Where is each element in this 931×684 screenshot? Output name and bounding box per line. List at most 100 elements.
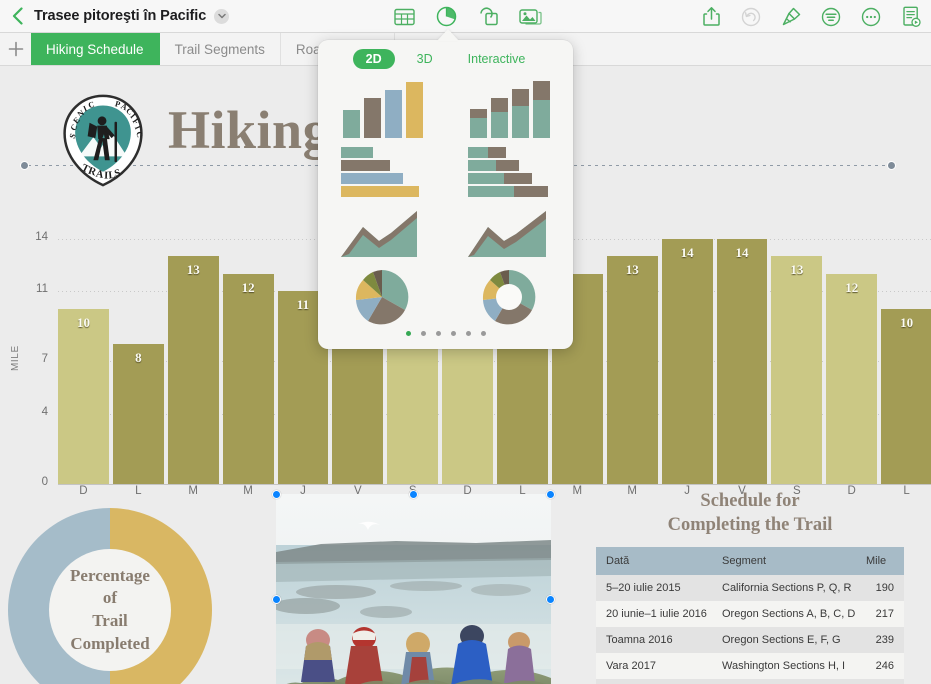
page-dot[interactable] [435,331,441,336]
insert-chart-button[interactable] [434,5,458,29]
hikers-coastline-photo[interactable] [276,494,551,684]
pie-chart-thumb[interactable] [352,269,412,330]
page-dot[interactable] [465,331,471,336]
undo-button[interactable] [739,5,763,29]
resize-handle-middle-right[interactable] [546,595,555,604]
y-tick-label: 7 [41,353,48,366]
document-title[interactable]: Trasee pitoreşti în Pacific [34,8,206,24]
bar-chart-icon [340,146,419,197]
share-icon [702,7,720,26]
add-sheet-button[interactable] [0,33,31,65]
tab-trail-segments[interactable]: Trail Segments [160,33,281,65]
table-body: 5–20 iulie 2015 California Sections P, Q,… [596,575,904,684]
insert-table-button[interactable] [392,5,416,29]
bar-rect [661,238,713,484]
hikers-watching-coastline-image [276,494,551,684]
page-title[interactable]: Hiking [168,99,330,161]
table-row[interactable]: 20 iunie–1 iulie 2016 Oregon Sections A, … [596,601,904,628]
table-row[interactable]: Vara 2017 Washington Sections H, I 246 [596,653,904,680]
page-dot[interactable] [420,331,426,336]
trail-completion-donut-chart[interactable]: Percentage of Trail Completed [0,494,226,684]
selection-handle-right[interactable] [887,161,896,170]
bar-value-label: 10 [76,314,90,330]
document-play-button[interactable] [899,5,923,29]
donut-center-label: Percentage of Trail Completed [0,494,226,684]
chart-bar[interactable]: 14 [661,221,713,484]
resize-handle-top-left[interactable] [272,490,281,499]
resize-handle-middle-left[interactable] [272,595,281,604]
chart-bar[interactable]: 14 [716,221,768,484]
resize-handle-top-center[interactable] [409,490,418,499]
schedule-table[interactable]: Dată Segment Mile 5–20 iulie 2015 Califor… [596,547,904,684]
page-dot[interactable] [405,331,411,336]
table-row[interactable]: 5–20 iulie 2015 California Sections P, Q,… [596,575,904,602]
photo-object-selected[interactable] [272,490,555,684]
table-row[interactable]: Toamna 2016 Oregon Sections E, F, G 239 [596,627,904,654]
trail-badge-icon: badge S C E N I C P A C I F I C T [63,94,145,187]
format-brush-button[interactable] [779,5,803,29]
column-chart-thumb[interactable] [339,80,425,143]
chart-bar[interactable]: 13 [771,221,823,484]
cell-mile: 239 [875,634,894,647]
scenic-pacific-trails-logo[interactable]: badge S C E N I C P A C I F I C T [55,93,151,189]
chart-bar[interactable]: 8 [112,221,164,484]
bar-rect [222,273,274,484]
media-icon [518,9,542,25]
top-toolbar: Trasee pitoreşti în Pacific [0,0,931,33]
segment-2d[interactable]: 2D [352,49,395,69]
cell-mile: 246 [875,660,894,673]
chevron-down-icon [217,13,226,19]
cell-mile: 190 [875,582,894,595]
cell-segment: Washington Sections H, I [722,660,846,673]
organize-button[interactable] [819,5,843,29]
chart-bar[interactable]: 10 [881,221,931,484]
chart-type-popover[interactable]: 2D 3D Interactive [318,40,573,349]
y-tick-label: 11 [36,283,48,296]
title-menu-button[interactable] [214,8,230,24]
stacked-area-chart-thumb[interactable] [466,209,552,266]
popover-segmented-control: 2D 3D Interactive [318,40,573,69]
donut-chart-thumb[interactable] [479,269,539,330]
insert-shape-button[interactable] [476,5,500,29]
chart-bar[interactable]: 12 [222,221,274,484]
document-play-icon [902,6,921,27]
page-dot[interactable] [480,331,486,336]
donut-label-line: Completed [70,633,150,653]
shape-icon [479,7,498,25]
segment-interactive[interactable]: Interactive [455,49,539,69]
back-button[interactable] [0,7,34,25]
bar-value-label: 13 [186,262,200,278]
table-row[interactable]: Toamna 2017Washington Sections J, K, L25… [596,679,904,684]
more-button[interactable] [859,5,883,29]
stacked-column-chart-thumb[interactable] [466,80,552,143]
bar-chart-thumb[interactable] [339,145,425,205]
page-dot[interactable] [450,331,456,336]
keynote-numbers-canvas: Trasee pitoreşti în Pacific Hiking Sched… [0,0,931,684]
bar-value-label: 8 [135,349,142,365]
plus-icon [8,41,23,57]
y-tick-label: 4 [41,405,48,418]
tab-label: Hiking Schedule [46,41,144,57]
insert-media-button[interactable] [518,5,542,29]
segment-3d[interactable]: 3D [404,49,446,69]
bar-rect [606,256,658,484]
tab-hiking-schedule[interactable]: Hiking Schedule [31,33,160,65]
selection-handle-left[interactable] [20,161,29,170]
y-tick-label: 14 [35,230,48,243]
chart-thumbnail-grid [318,80,573,330]
share-button[interactable] [699,5,723,29]
schedule-title: Schedule for Completing the Trail [596,490,904,537]
area-chart-thumb[interactable] [339,209,425,266]
schedule-section: Schedule for Completing the Trail Dată S… [596,490,904,684]
stacked-bar-chart-thumb[interactable] [466,145,552,205]
cell-date: Toamna 2016 [606,634,673,647]
resize-handle-top-right[interactable] [546,490,555,499]
chart-bar[interactable]: 13 [606,221,658,484]
cell-segment: California Sections P, Q, R [722,582,852,595]
chart-bar[interactable]: 12 [826,221,878,484]
chart-bar[interactable]: 10 [58,221,109,484]
chart-bar[interactable]: 13 [167,221,219,484]
bar-rect [716,238,768,484]
x-tick-label: M [243,485,253,497]
bar-rect [771,256,823,484]
